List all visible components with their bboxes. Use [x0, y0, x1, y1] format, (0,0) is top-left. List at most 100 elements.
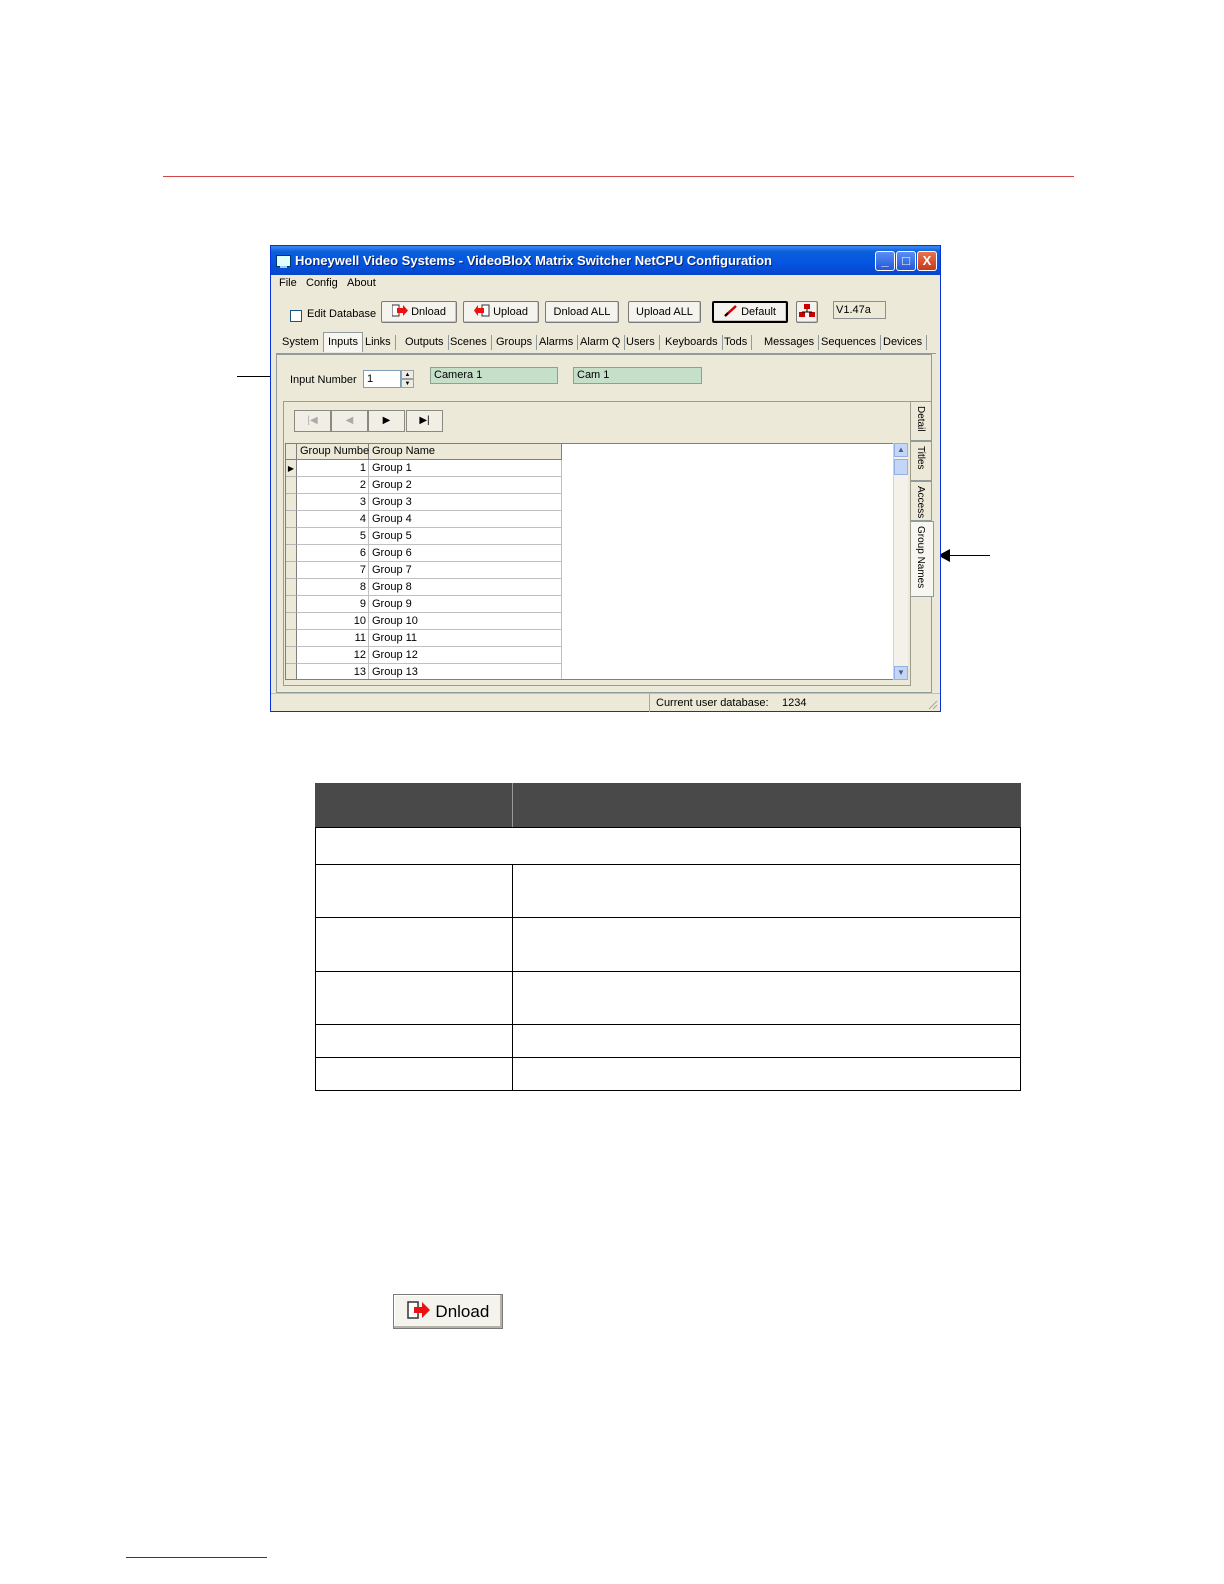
grid-header-group-name[interactable]: Group Name	[369, 444, 562, 460]
side-tab-detail[interactable]: Detail	[911, 401, 932, 441]
row-indicator[interactable]	[286, 647, 297, 664]
scroll-up-icon[interactable]: ▲	[894, 443, 908, 457]
tab-system[interactable]: System	[278, 335, 324, 350]
table-row[interactable]: 12 Group 12	[286, 647, 562, 664]
group-name-cell[interactable]: Group 6	[369, 545, 562, 562]
group-name-cell[interactable]: Group 13	[369, 664, 562, 679]
row-indicator[interactable]	[286, 511, 297, 528]
group-number-cell[interactable]: 3	[297, 494, 369, 511]
row-indicator[interactable]	[286, 528, 297, 545]
input-number-stepper[interactable]: ▲ ▼	[401, 370, 414, 388]
group-number-cell[interactable]: 13	[297, 664, 369, 679]
input-number-field[interactable]: 1	[363, 370, 401, 388]
row-indicator[interactable]	[286, 562, 297, 579]
nav-last-button[interactable]: ▶|	[406, 410, 443, 432]
maximize-button[interactable]: □	[896, 251, 916, 271]
dnload-all-button[interactable]: Dnload ALL	[545, 301, 619, 323]
tab-outputs[interactable]: Outputs	[401, 335, 449, 350]
edit-database-checkbox[interactable]	[290, 310, 302, 322]
table-row[interactable]: 5 Group 5	[286, 528, 562, 545]
upload-all-button[interactable]: Upload ALL	[628, 301, 701, 323]
row-indicator[interactable]	[286, 664, 297, 679]
side-tab-access[interactable]: Access	[911, 481, 932, 521]
group-name-cell[interactable]: Group 1	[369, 460, 562, 477]
table-row[interactable]: 10 Group 10	[286, 613, 562, 630]
tab-sequences[interactable]: Sequences	[817, 335, 882, 350]
tab-tods[interactable]: Tods	[720, 335, 753, 350]
table-row[interactable]: 3 Group 3	[286, 494, 562, 511]
tab-scenes[interactable]: Scenes	[446, 335, 492, 350]
group-number-cell[interactable]: 10	[297, 613, 369, 630]
group-name-cell[interactable]: Group 8	[369, 579, 562, 596]
table-row[interactable]: 11 Group 11	[286, 630, 562, 647]
nav-prior-button[interactable]: ◀	[331, 410, 368, 432]
tab-links[interactable]: Links	[361, 335, 396, 350]
group-number-cell[interactable]: 7	[297, 562, 369, 579]
menu-about[interactable]: About	[347, 277, 376, 289]
group-number-cell[interactable]: 2	[297, 477, 369, 494]
spin-down-icon[interactable]: ▼	[401, 379, 414, 388]
table-row[interactable]: 7 Group 7	[286, 562, 562, 579]
group-number-cell[interactable]: 1	[297, 460, 369, 477]
group-number-cell[interactable]: 9	[297, 596, 369, 613]
dnload-button[interactable]: Dnload	[381, 301, 457, 323]
upload-button[interactable]: Upload	[463, 301, 539, 323]
group-number-cell[interactable]: 4	[297, 511, 369, 528]
tab-inputs[interactable]: Inputs	[323, 332, 363, 352]
group-number-cell[interactable]: 6	[297, 545, 369, 562]
table-row[interactable]: 8 Group 8	[286, 579, 562, 596]
group-number-cell[interactable]: 11	[297, 630, 369, 647]
nav-next-button[interactable]: ▶	[368, 410, 405, 432]
close-button[interactable]: X	[917, 251, 937, 271]
row-indicator[interactable]	[286, 579, 297, 596]
group-name-cell[interactable]: Group 4	[369, 511, 562, 528]
group-name-cell[interactable]: Group 2	[369, 477, 562, 494]
group-name-cell[interactable]: Group 5	[369, 528, 562, 545]
group-number-cell[interactable]: 8	[297, 579, 369, 596]
camera-name-field[interactable]: Camera 1	[430, 367, 558, 384]
group-name-cell[interactable]: Group 12	[369, 647, 562, 664]
row-indicator[interactable]	[286, 494, 297, 511]
scroll-thumb[interactable]	[894, 459, 908, 475]
group-name-cell[interactable]: Group 3	[369, 494, 562, 511]
menu-config[interactable]: Config	[306, 277, 338, 289]
side-tab-group-names[interactable]: Group Names	[911, 521, 934, 597]
row-indicator[interactable]	[286, 477, 297, 494]
tab-devices[interactable]: Devices	[879, 335, 928, 350]
resize-grip-icon[interactable]	[926, 698, 938, 710]
tab-groups[interactable]: Groups	[492, 335, 538, 350]
table-row[interactable]: 2 Group 2	[286, 477, 562, 494]
group-number-cell[interactable]: 12	[297, 647, 369, 664]
tab-users[interactable]: Users	[622, 335, 660, 350]
tab-keyboards[interactable]: Keyboards	[661, 335, 723, 350]
group-name-cell[interactable]: Group 10	[369, 613, 562, 630]
table-row[interactable]: 9 Group 9	[286, 596, 562, 613]
nav-first-button[interactable]: |◀	[294, 410, 331, 432]
menu-file[interactable]: File	[279, 277, 297, 289]
tab-alarm-q[interactable]: Alarm Q	[576, 335, 626, 350]
row-indicator[interactable]	[286, 613, 297, 630]
table-row[interactable]: 13 Group 13	[286, 664, 562, 679]
current-row-indicator-icon[interactable]: ▶	[286, 460, 297, 477]
table-row[interactable]: ▶ 1 Group 1	[286, 460, 562, 477]
network-button[interactable]	[796, 301, 818, 323]
row-indicator[interactable]	[286, 545, 297, 562]
default-button[interactable]: Default	[712, 301, 788, 323]
tab-alarms[interactable]: Alarms	[535, 335, 579, 350]
spin-up-icon[interactable]: ▲	[401, 370, 414, 379]
minimize-button[interactable]: _	[875, 251, 895, 271]
group-name-cell[interactable]: Group 11	[369, 630, 562, 647]
row-indicator[interactable]	[286, 630, 297, 647]
scroll-down-icon[interactable]: ▼	[894, 666, 908, 680]
camera-short-name-field[interactable]: Cam 1	[573, 367, 702, 384]
table-row[interactable]: 6 Group 6	[286, 545, 562, 562]
grid-scrollbar[interactable]: ▲ ▼	[893, 443, 908, 680]
group-number-cell[interactable]: 5	[297, 528, 369, 545]
title-bar[interactable]: Honeywell Video Systems - VideoBloX Matr…	[271, 246, 940, 275]
table-row[interactable]: 4 Group 4	[286, 511, 562, 528]
row-indicator[interactable]	[286, 596, 297, 613]
side-tab-titles[interactable]: Titles	[911, 441, 932, 481]
group-name-cell[interactable]: Group 9	[369, 596, 562, 613]
grid-header-group-number[interactable]: Group Number	[297, 444, 373, 460]
tab-messages[interactable]: Messages	[760, 335, 820, 350]
